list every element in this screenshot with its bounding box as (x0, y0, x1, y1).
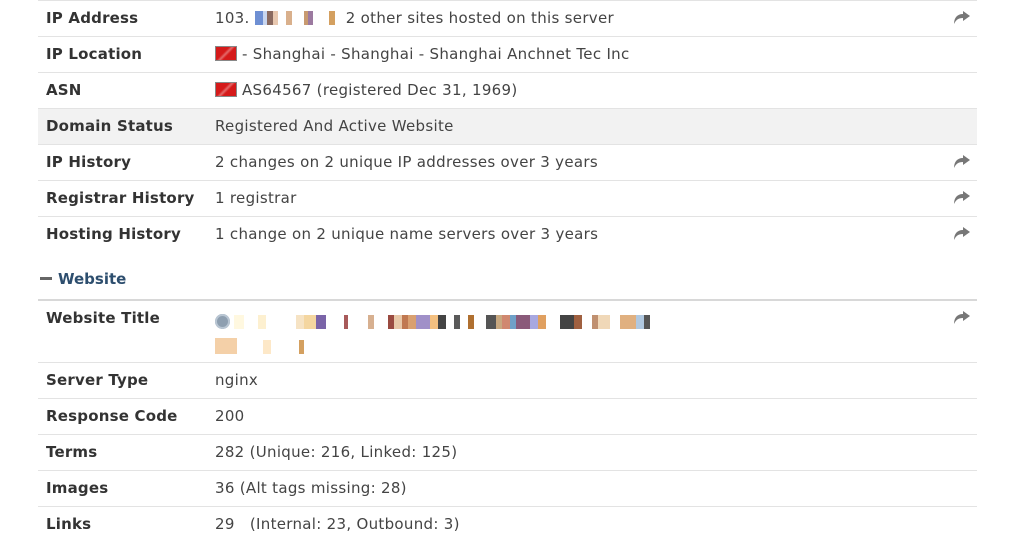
row-value: AS64567 (registered Dec 31, 1969) (215, 81, 518, 99)
website-title-redacted (215, 313, 650, 331)
globe-icon (215, 314, 230, 329)
row-label: IP Address (46, 9, 139, 27)
row-response-code: Response Code 200 (38, 398, 977, 434)
share-arrow-icon[interactable] (953, 9, 971, 25)
row-server-type: Server Type nginx (38, 362, 977, 398)
ip-prefix: 103. (215, 9, 250, 27)
row-label: Domain Status (46, 117, 174, 135)
minus-icon[interactable] (40, 277, 52, 280)
row-value: 200 (215, 407, 245, 425)
section-title: Website (58, 270, 127, 288)
ip-sites-text[interactable]: 2 other sites hosted on this server (346, 9, 614, 27)
row-value: 282 (Unique: 216, Linked: 125) (215, 443, 458, 461)
row-images: Images 36 (Alt tags missing: 28) (38, 470, 977, 506)
row-label: Terms (46, 443, 98, 461)
row-ip-history: IP History 2 changes on 2 unique IP addr… (38, 144, 977, 180)
row-label: Registrar History (46, 189, 195, 207)
row-label: Website Title (46, 309, 161, 327)
row-value: 36 (Alt tags missing: 28) (215, 479, 407, 497)
row-label: Images (46, 479, 109, 497)
row-label: Hosting History (46, 225, 182, 243)
share-arrow-icon[interactable] (953, 225, 971, 241)
china-flag-icon (215, 82, 237, 97)
row-value: - Shanghai - Shanghai - Shanghai Anchnet… (215, 45, 630, 63)
row-label: IP Location (46, 45, 143, 63)
website-section-header[interactable]: Website (40, 270, 126, 288)
row-value: 2 changes on 2 unique IP addresses over … (215, 153, 598, 171)
row-ip-address: IP Address 103. 2 other sites hosted on … (38, 0, 977, 36)
row-registrar-history: Registrar History 1 registrar (38, 180, 977, 216)
row-value: 1 registrar (215, 189, 297, 207)
row-label: ASN (46, 81, 82, 99)
row-website-title: Website Title (38, 301, 977, 362)
china-flag-icon (215, 46, 237, 61)
row-label: Server Type (46, 371, 149, 389)
row-hosting-history: Hosting History 1 change on 2 unique nam… (38, 216, 977, 252)
domain-info-table: IP Address 103. 2 other sites hosted on … (38, 0, 977, 252)
row-value: Registered And Active Website (215, 117, 454, 135)
row-asn: ASN AS64567 (registered Dec 31, 1969) (38, 72, 977, 108)
row-value: 103. 2 other sites hosted on this server (215, 9, 614, 27)
share-arrow-icon[interactable] (953, 309, 971, 325)
row-value: 1 change on 2 unique name servers over 3… (215, 225, 599, 243)
row-label: Links (46, 515, 92, 533)
row-value: 29 (Internal: 23, Outbound: 3) (215, 515, 460, 533)
row-links: Links 29 (Internal: 23, Outbound: 3) (38, 506, 977, 542)
location-text: - Shanghai - Shanghai - Shanghai Anchnet… (242, 45, 630, 63)
redacted-ip (254, 9, 340, 27)
share-arrow-icon[interactable] (953, 189, 971, 205)
row-label: IP History (46, 153, 132, 171)
row-terms: Terms 282 (Unique: 216, Linked: 125) (38, 434, 977, 470)
row-ip-location: IP Location - Shanghai - Shanghai - Shan… (38, 36, 977, 72)
website-info-table: Website Title Server Type nginx Response… (38, 299, 977, 542)
share-arrow-icon[interactable] (953, 153, 971, 169)
website-title-redacted-line2 (215, 337, 304, 356)
row-value: nginx (215, 371, 259, 389)
row-domain-status: Domain Status Registered And Active Webs… (38, 108, 977, 144)
row-label: Response Code (46, 407, 178, 425)
asn-text: AS64567 (registered Dec 31, 1969) (242, 81, 518, 99)
